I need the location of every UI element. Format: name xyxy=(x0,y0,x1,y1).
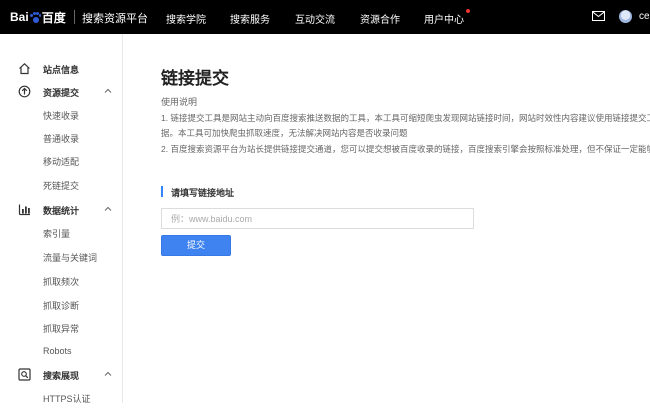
sidebar-item-fast-index[interactable]: 快速收录 xyxy=(0,105,123,125)
avatar[interactable] xyxy=(619,10,632,23)
upload-icon xyxy=(18,85,31,98)
platform-name: 搜索资源平台 xyxy=(82,13,148,25)
nav-search-service[interactable]: 搜索服务 xyxy=(230,11,270,26)
logo-text-bai: Bai xyxy=(10,10,29,24)
sidebar-item-traffic-keywords[interactable]: 流量与关键词 xyxy=(0,247,123,267)
nav-user-center-label: 用户中心 xyxy=(424,15,464,26)
sidebar-item-label: 普通收录 xyxy=(43,134,80,144)
usage-line-2: 据。本工具可加快爬虫抓取速度，无法解决网站内容是否收录问题 xyxy=(161,128,408,138)
sidebar-item-label: 抓取异常 xyxy=(43,324,80,334)
sidebar-item-label: 流量与关键词 xyxy=(43,253,98,263)
sidebar-item-crawl-diagnosis[interactable]: 抓取诊断 xyxy=(0,295,123,315)
sidebar-item-label: 索引量 xyxy=(43,229,71,239)
nav-cooperation[interactable]: 资源合作 xyxy=(360,11,400,26)
section-marker xyxy=(161,186,163,197)
sidebar-item-robots[interactable]: Robots xyxy=(0,342,123,362)
logo-divider xyxy=(74,10,75,24)
sidebar-item-crawl-errors[interactable]: 抓取异常 xyxy=(0,318,123,338)
sidebar-item-label: 资源提交 xyxy=(43,88,80,98)
nav-search-academy[interactable]: 搜索学院 xyxy=(166,11,206,26)
sidebar-item-label: 移动适配 xyxy=(43,157,80,167)
baidu-logo[interactable]: Bai 百度 xyxy=(10,9,66,25)
sidebar-item-https[interactable]: HTTPS认证 xyxy=(0,388,123,408)
sidebar-item-label: 抓取频次 xyxy=(43,277,80,287)
sidebar-item-label: 死链提交 xyxy=(43,181,80,191)
submit-button[interactable]: 提交 xyxy=(161,235,231,256)
sidebar-item-label: 快速收录 xyxy=(43,111,80,121)
sidebar-item-normal-index[interactable]: 普通收录 xyxy=(0,128,123,148)
nav-community[interactable]: 互动交流 xyxy=(295,11,335,26)
sidebar-item-site-info[interactable]: 站点信息 xyxy=(0,59,123,79)
nav-user-center[interactable]: 用户中心 xyxy=(424,9,470,26)
page-title: 链接提交 xyxy=(161,69,229,88)
usage-line-1: 1. 链接提交工具是网站主动向百度搜索推送数据的工具，本工具可缩短爬虫发现网站链… xyxy=(161,113,650,123)
home-icon xyxy=(19,62,30,75)
notification-dot xyxy=(466,9,470,13)
url-input[interactable] xyxy=(161,208,474,229)
sidebar: 站点信息 资源提交 快速收录 普通收录 移动适配 死链提交 数据统计 索引量 流… xyxy=(0,34,123,404)
baidu-paw-icon xyxy=(29,11,41,23)
chevron-up-icon[interactable] xyxy=(104,370,112,378)
sidebar-item-label: 搜索展现 xyxy=(43,371,80,381)
usage-heading: 使用说明 xyxy=(161,97,198,107)
sidebar-item-crawl-frequency[interactable]: 抓取频次 xyxy=(0,271,123,291)
bar-chart-icon xyxy=(18,204,30,216)
sidebar-item-label: 站点信息 xyxy=(43,65,80,75)
usage-line-3: 2. 百度搜索资源平台为站长提供链接提交通道，您可以提交想被百度收录的链接，百度… xyxy=(161,144,650,154)
main-content: 链接提交 使用说明 1. 链接提交工具是网站主动向百度搜索推送数据的工具，本工具… xyxy=(124,34,650,403)
mail-icon[interactable] xyxy=(592,11,605,21)
sidebar-group-resource-submit[interactable]: 资源提交 xyxy=(0,82,123,102)
sidebar-item-label: 抓取诊断 xyxy=(43,301,80,311)
sidebar-item-label: Robots xyxy=(43,346,72,356)
sidebar-group-search-display[interactable]: 搜索展现 xyxy=(0,365,123,385)
sidebar-item-label: HTTPS认证 xyxy=(43,394,91,404)
sidebar-item-index-volume[interactable]: 索引量 xyxy=(0,223,123,243)
search-display-icon xyxy=(18,368,31,381)
logo-text-du: 百度 xyxy=(41,10,66,25)
user-name[interactable]: ce xyxy=(639,11,650,22)
chevron-up-icon[interactable] xyxy=(104,87,112,95)
sidebar-item-mobile-adapt[interactable]: 移动适配 xyxy=(0,151,123,171)
sidebar-item-label: 数据统计 xyxy=(43,206,80,216)
chevron-up-icon[interactable] xyxy=(104,205,112,213)
top-navigation-bar: Bai 百度 搜索资源平台 搜索学院 搜索服务 互动交流 资源合作 用户中心 c… xyxy=(0,0,650,34)
sidebar-group-data-stats[interactable]: 数据统计 xyxy=(0,200,123,220)
section-title: 请填写链接地址 xyxy=(171,188,235,198)
sidebar-item-dead-link[interactable]: 死链提交 xyxy=(0,175,123,195)
